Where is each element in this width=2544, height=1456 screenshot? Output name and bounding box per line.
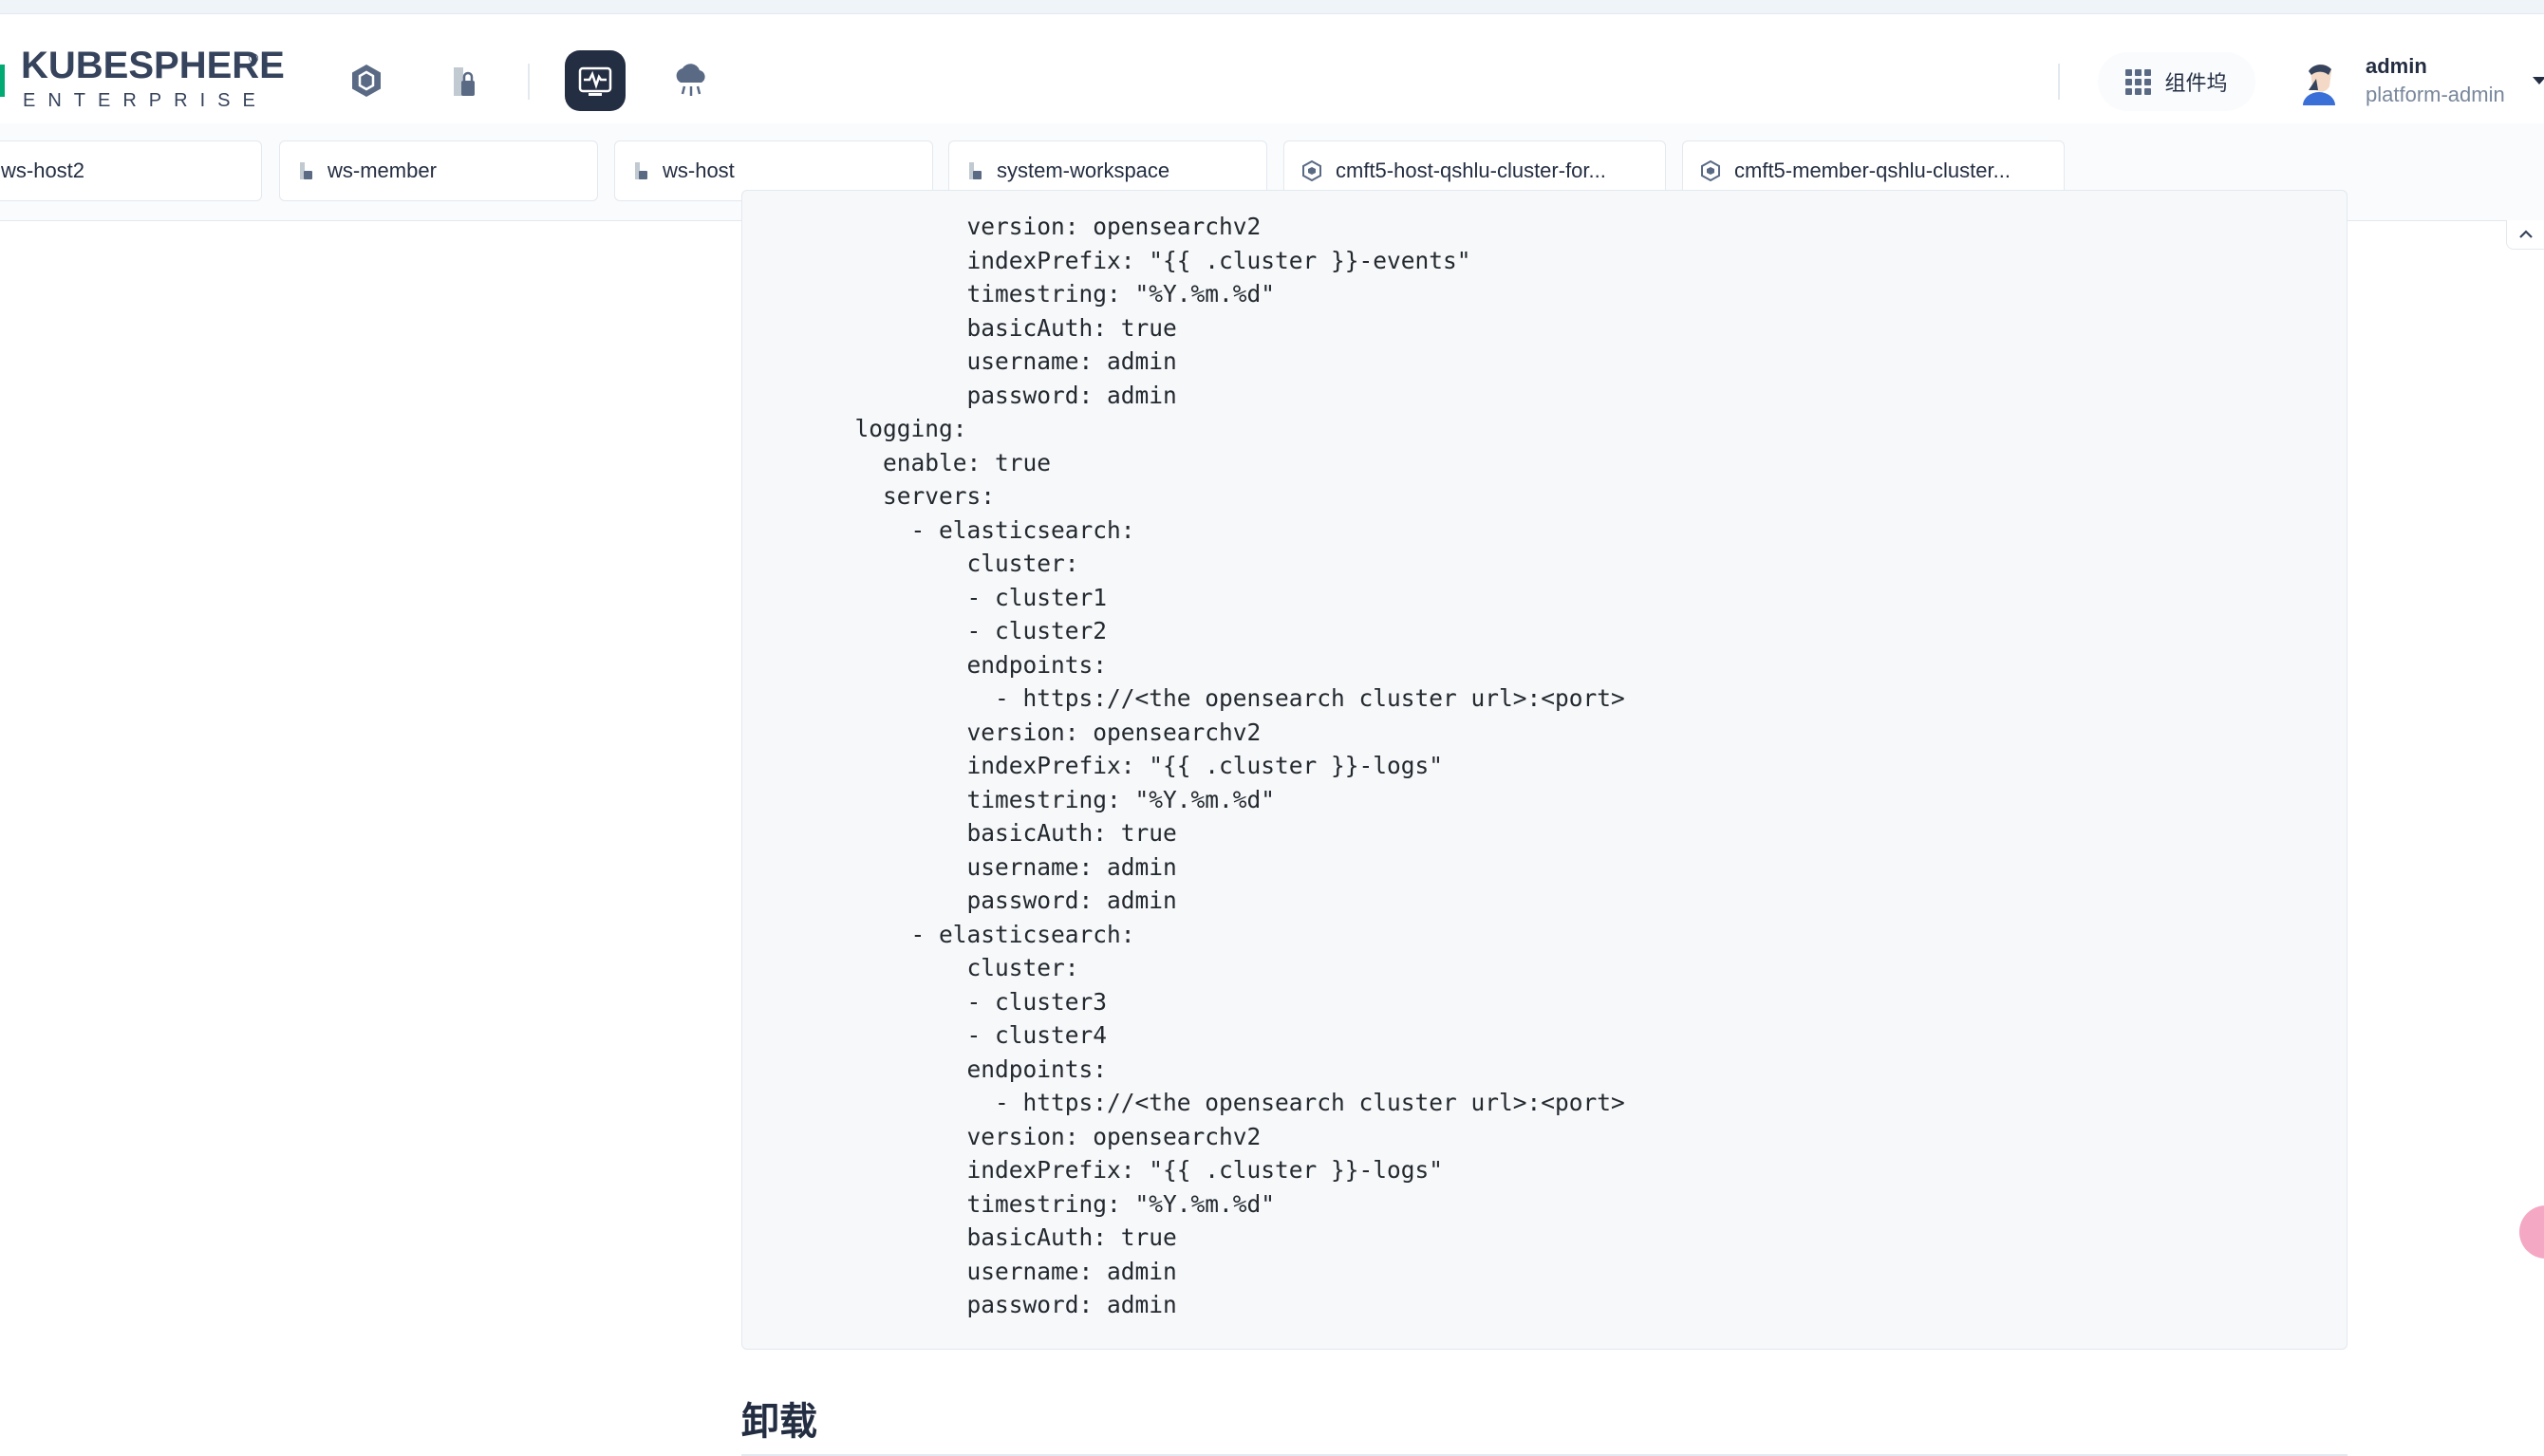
code-line: password: admin [827, 381, 1177, 409]
code-line: enable: true [827, 448, 1052, 476]
user-menu-caret-icon[interactable] [2533, 77, 2544, 84]
workspace-building-icon [454, 67, 475, 96]
component-dock-button[interactable]: 组件坞 [2098, 52, 2255, 111]
user-role: platform-admin [2366, 83, 2505, 106]
code-line: - elasticsearch: [827, 515, 1135, 544]
code-line: indexPrefix: "{{ .cluster }}-logs" [827, 1156, 1444, 1184]
code-line: servers: [827, 482, 996, 510]
grid-icon [2125, 68, 2152, 95]
nav-divider [528, 64, 530, 100]
floating-assistant-button[interactable] [2519, 1205, 2544, 1259]
code-line: version: opensearchv2 [827, 718, 1262, 746]
code-line: version: opensearchv2 [827, 213, 1262, 240]
code-line: cluster: [827, 954, 1079, 981]
code-line: basicAuth: true [827, 819, 1177, 847]
code-line: password: admin [827, 887, 1177, 914]
top-header: KUBESPHERE ® ENTERPRISE 组件坞 admin platfo… [0, 14, 2544, 137]
code-line: timestring: "%Y.%m.%d" [827, 1189, 1276, 1218]
logo-registered-mark: ® [249, 50, 259, 65]
code-line: - cluster2 [827, 617, 1108, 644]
code-line: endpoints: [827, 650, 1108, 679]
user-name[interactable]: admin [2366, 54, 2427, 79]
code-line: - https://<the opensearch cluster url>:<… [827, 684, 1625, 712]
code-line: timestring: "%Y.%m.%d" [827, 785, 1276, 813]
code-line: - elasticsearch: [827, 920, 1135, 948]
tab-label: ws-host [663, 159, 735, 182]
code-block: version: opensearchv2 indexPrefix: "{{ .… [741, 190, 2348, 1350]
tab-label: cmft5-member-qshlu-cluster... [1734, 159, 2011, 182]
component-dock-label: 组件坞 [2164, 71, 2228, 95]
code-line: logging: [827, 415, 967, 442]
code-line: password: admin [827, 1291, 1177, 1318]
code-line: timestring: "%Y.%m.%d" [827, 280, 1276, 308]
workspace-icon [632, 160, 649, 181]
code-line: - https://<the opensearch cluster url>:<… [827, 1089, 1625, 1116]
tab-ws-host2[interactable]: ws-host2 [0, 140, 262, 201]
nav-monitoring-button[interactable] [565, 50, 626, 111]
logo-subtitle: ENTERPRISE [23, 90, 268, 111]
tab-ws-member[interactable]: ws-member [279, 140, 598, 201]
code-line: - cluster3 [827, 987, 1108, 1016]
code-line: version: opensearchv2 [827, 1122, 1262, 1150]
workspace-icon [297, 160, 314, 181]
logo-mark [0, 65, 5, 97]
nav-clusters-button[interactable] [336, 50, 397, 111]
code-line: indexPrefix: "{{ .cluster }}-events" [827, 246, 1471, 274]
collapse-tabs-button[interactable] [2506, 220, 2544, 250]
tab-label: ws-host2 [1, 159, 85, 182]
nav-workspaces-button[interactable] [433, 50, 494, 111]
code-line: username: admin [827, 852, 1177, 881]
avatar[interactable] [2297, 58, 2341, 105]
nav-extensions-button[interactable] [661, 50, 721, 111]
header-divider [2058, 64, 2060, 100]
monitoring-pulse-icon [578, 66, 612, 96]
cluster-hexagon-icon [352, 65, 381, 97]
cluster-icon [1700, 160, 1721, 181]
code-line: cluster: [827, 550, 1079, 577]
tab-label: cmft5-host-qshlu-cluster-for... [1336, 159, 1606, 182]
code-line: basicAuth: true [827, 313, 1177, 342]
top-strip [0, 0, 2544, 14]
code-line: username: admin [827, 347, 1177, 375]
code-line: - cluster1 [827, 583, 1108, 611]
tab-label: ws-member [327, 159, 437, 182]
tab-label: system-workspace [997, 159, 1170, 182]
code-line: - cluster4 [827, 1021, 1108, 1049]
workspace-icon [966, 160, 983, 181]
code-line: indexPrefix: "{{ .cluster }}-logs" [827, 752, 1444, 779]
code-line: username: admin [827, 1257, 1177, 1285]
cloud-rain-icon [676, 64, 705, 96]
logo[interactable]: KUBESPHERE [21, 47, 285, 84]
section-heading-uninstall: 卸载 [741, 1401, 817, 1443]
code-line: basicAuth: true [827, 1223, 1177, 1251]
code-line: endpoints: [827, 1055, 1108, 1083]
cluster-icon [1301, 160, 1322, 181]
chevron-up-icon [2519, 230, 2533, 238]
